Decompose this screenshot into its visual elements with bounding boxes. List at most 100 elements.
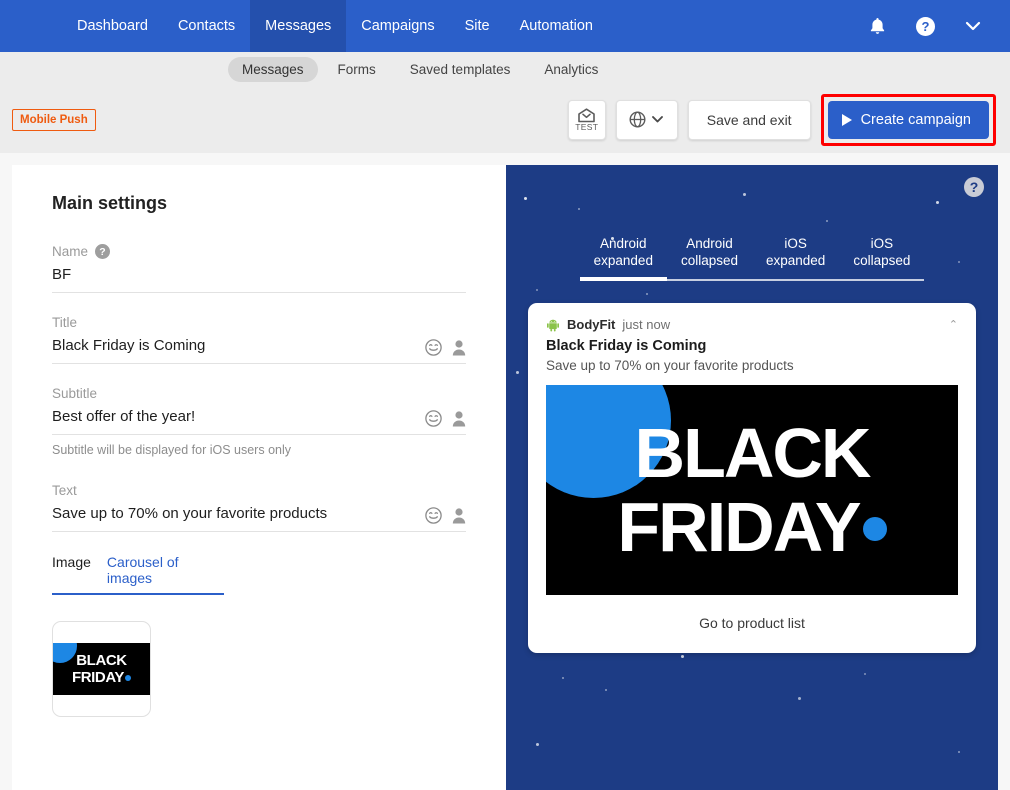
personalize-person-icon	[452, 508, 466, 524]
tab-carousel-of-images[interactable]: Carousel of images	[107, 554, 224, 593]
bell-icon[interactable]	[868, 16, 887, 36]
device-tab-line2: collapsed	[680, 253, 738, 268]
nav-item-campaigns[interactable]: Campaigns	[346, 0, 449, 52]
nav-item-label: Campaigns	[361, 18, 435, 34]
subnav-item-label: Saved templates	[409, 61, 511, 77]
android-robot-icon	[547, 319, 559, 331]
field-label-text: Title	[52, 315, 78, 330]
nav-item-contacts[interactable]: Contacts	[163, 0, 250, 52]
nav-item-dashboard[interactable]: Dashboard	[62, 0, 163, 52]
subtitle-hint: Subtitle will be displayed for iOS users…	[52, 443, 292, 457]
save-and-exit-button[interactable]: Save and exit	[687, 99, 811, 140]
svg-text:?: ?	[922, 19, 930, 34]
blue-circle-decoration	[53, 643, 77, 663]
field-label-subtitle: Subtitle	[52, 386, 466, 401]
device-tab-line1: iOS	[870, 236, 894, 251]
channel-badge-label: Mobile Push	[20, 113, 88, 126]
notification-app-name: BodyFit	[567, 317, 616, 332]
nav-item-automation[interactable]: Automation	[505, 0, 608, 52]
page-title: Main settings	[52, 193, 168, 213]
banner-line2: FRIDAY	[617, 488, 861, 566]
field-label-text: Subtitle	[52, 386, 98, 401]
main-settings-panel: Main settings Name ? BF Title Black Frid…	[12, 165, 506, 790]
blue-dot-decoration	[862, 517, 887, 541]
emoji-icon	[425, 339, 442, 356]
create-campaign-label: Create campaign	[860, 111, 971, 128]
thumbnail-line2: FRIDAY	[71, 669, 125, 686]
text-field-icons	[425, 507, 466, 524]
save-and-exit-label: Save and exit	[706, 111, 792, 128]
field-name: Name ? BF	[52, 244, 466, 293]
image-thumbnail[interactable]: BLACK FRIDAY	[52, 621, 151, 717]
create-campaign-button[interactable]: Create campaign	[827, 100, 989, 139]
notification-banner-image[interactable]: BLACK FRIDAY	[546, 385, 958, 595]
account-menu-chevron-down-icon[interactable]	[964, 20, 982, 32]
subnav-item-label: Analytics	[544, 61, 599, 77]
sub-navigation-bar: Messages Forms Saved templates Analytics	[0, 52, 1010, 86]
preview-help-icon[interactable]: ?	[964, 177, 984, 197]
help-circle-icon[interactable]: ?	[915, 16, 936, 37]
thumbnail-line1: BLACK	[76, 652, 127, 669]
device-tab-line1: iOS	[784, 236, 807, 251]
channel-badge-mobile-push[interactable]: Mobile Push	[12, 108, 96, 131]
create-campaign-highlight: Create campaign	[820, 93, 996, 146]
nav-item-label: Automation	[519, 18, 593, 34]
field-title: Title Black Friday is Coming	[52, 315, 466, 364]
top-nav-right-icons: ?	[868, 0, 1010, 52]
title-input[interactable]: Black Friday is Coming	[52, 337, 466, 364]
play-triangle-icon	[841, 113, 852, 126]
field-label-text: Text	[52, 483, 77, 498]
page-content: Main settings Name ? BF Title Black Frid…	[0, 153, 1010, 790]
blue-dot-decoration	[125, 674, 132, 681]
notification-collapse-chevron-up-icon[interactable]: ⌃	[949, 318, 958, 331]
globe-icon	[629, 111, 646, 128]
device-tab-android-expanded[interactable]: Android expanded	[579, 235, 667, 281]
toolbar-actions: TEST Save and exit Create campaign	[567, 93, 996, 146]
nav-item-site[interactable]: Site	[450, 0, 505, 52]
title-field-icons	[425, 339, 466, 356]
subnav-item-forms[interactable]: Forms	[324, 57, 390, 82]
device-preview-tabs: Android expanded Android collapsed iOS e…	[506, 165, 998, 281]
send-test-button[interactable]: TEST	[567, 99, 606, 140]
thumbnail-line2-wrap: FRIDAY	[71, 669, 132, 686]
notification-action-link[interactable]: Go to product list	[546, 615, 958, 631]
text-input[interactable]: Save up to 70% on your favorite products	[52, 505, 466, 532]
device-tab-ios-collapsed[interactable]: iOS collapsed	[839, 235, 925, 281]
language-selector-button[interactable]	[615, 99, 678, 140]
device-tab-line1: Android	[600, 236, 647, 251]
nav-item-label: Contacts	[177, 18, 236, 34]
emoji-icon	[425, 410, 442, 427]
field-label-title: Title	[52, 315, 466, 330]
subnav-item-label: Messages	[242, 61, 304, 77]
field-subtitle: Subtitle Best offer of the year!	[52, 386, 466, 435]
personalize-person-icon	[452, 340, 466, 356]
field-text: Text Save up to 70% on your favorite pro…	[52, 483, 466, 532]
device-tab-android-collapsed[interactable]: Android collapsed	[666, 235, 752, 281]
name-help-icon[interactable]: ?	[95, 244, 111, 259]
thumbnail-banner: BLACK FRIDAY	[53, 643, 150, 695]
device-tab-line2: collapsed	[853, 253, 911, 268]
name-input[interactable]: BF	[52, 266, 466, 293]
device-tab-line2: expanded	[593, 253, 653, 268]
notification-time: just now	[622, 317, 671, 332]
device-tab-line1: Android	[686, 236, 733, 251]
device-tab-ios-expanded[interactable]: iOS expanded	[752, 235, 840, 281]
nav-item-label: Messages	[265, 18, 332, 34]
device-tab-line2: expanded	[766, 253, 826, 268]
notification-header: BodyFit just now ⌃	[546, 317, 958, 332]
notification-title: Black Friday is Coming	[546, 338, 707, 354]
nav-item-messages[interactable]: Messages	[250, 0, 347, 52]
field-label-name: Name ?	[52, 244, 466, 259]
subtitle-input[interactable]: Best offer of the year!	[52, 408, 466, 435]
envelope-open-icon	[578, 107, 596, 122]
tab-image[interactable]: Image	[52, 554, 91, 593]
emoji-icon	[425, 507, 442, 524]
banner-line1: BLACK	[634, 414, 872, 492]
subnav-item-saved-templates[interactable]: Saved templates	[396, 57, 525, 82]
subnav-item-messages[interactable]: Messages	[228, 56, 318, 82]
subnav-item-analytics[interactable]: Analytics	[530, 57, 612, 82]
top-navigation-bar: Dashboard Contacts Messages Campaigns Si…	[0, 0, 1010, 52]
top-nav-items: Dashboard Contacts Messages Campaigns Si…	[62, 0, 608, 52]
image-source-tabs: Image Carousel of images	[52, 554, 224, 595]
tab-carousel-label: Carousel of images	[106, 554, 179, 586]
